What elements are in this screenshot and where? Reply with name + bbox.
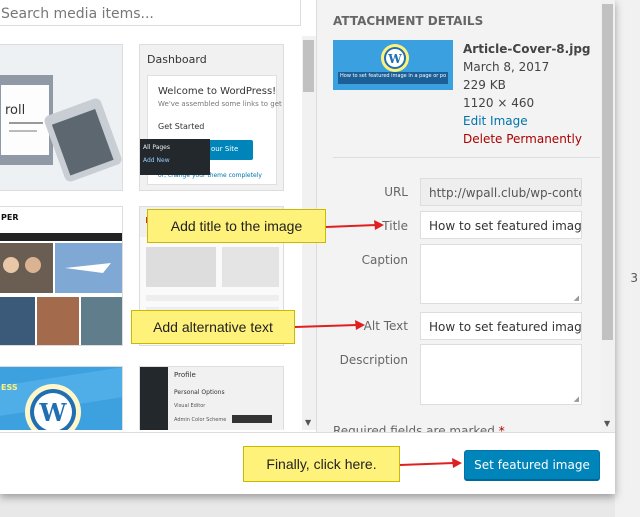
scroll-down-icon[interactable]: ▼ (604, 419, 610, 428)
arrow-icon (326, 220, 384, 230)
wordpress-logo-image: W (0, 367, 122, 430)
admin-menu-popup: All Pages Add New (140, 139, 210, 175)
svg-text:W: W (387, 52, 402, 66)
background-page (615, 0, 640, 517)
alt-text-field[interactable]: How to set featured image (420, 312, 582, 340)
resize-handle-icon[interactable]: ◢ (574, 395, 579, 403)
media-item[interactable]: PER (0, 206, 123, 346)
wordpress-logo-image: W (333, 40, 453, 90)
url-label: URL (384, 185, 408, 199)
thumb-caption: roll (5, 103, 26, 118)
news-collage-image (0, 243, 122, 345)
menu-item-all-pages: All Pages (143, 144, 170, 151)
caption-field[interactable]: ◢ (420, 244, 582, 304)
resize-handle-icon[interactable]: ◢ (574, 294, 579, 302)
admin-sidebar (140, 367, 168, 430)
details-divider (333, 157, 600, 158)
url-field[interactable]: http://wpall.club/wp-conter (420, 178, 582, 206)
set-featured-image-button[interactable]: Set featured image (464, 450, 600, 480)
title-callout: Add title to the image (147, 209, 326, 243)
search-input[interactable]: Search media items... (0, 0, 301, 26)
thumbnail-caption: How to set featured image in a page or p… (340, 73, 446, 79)
menu-item-add-new: Add New (143, 157, 170, 164)
welcome-sub: We've assembled some links to get you (158, 100, 284, 108)
upload-date: March 8, 2017 (463, 60, 550, 74)
attachment-thumbnail[interactable]: W How to set featured image in a page or… (333, 40, 453, 90)
customize-button-label: our Site (211, 145, 239, 153)
profile-title: Profile (174, 371, 196, 379)
visual-editor-label: Visual Editor (174, 403, 206, 409)
get-started-label: Get Started (158, 122, 205, 131)
thumb-dashboard-header: Dashboard (147, 53, 207, 66)
svg-text:W: W (39, 398, 68, 427)
arrow-icon (295, 320, 365, 330)
customize-button: our Site (203, 140, 253, 160)
color-swatch (232, 415, 272, 423)
welcome-title: Welcome to WordPress! (158, 86, 277, 97)
media-item[interactable]: W ESS (0, 366, 123, 430)
caption-label: Caption (361, 253, 408, 267)
media-item[interactable]: Dashboard Welcome to WordPress! We've as… (139, 44, 284, 191)
media-modal: Search media items... roll Dashboard Wel… (0, 0, 615, 494)
arrow-icon (400, 458, 462, 468)
site-nav-bar (0, 233, 122, 241)
tablet-photo-image (0, 45, 122, 190)
admin-color-label: Admin Color Scheme (174, 417, 227, 423)
attachment-details-heading: ATTACHMENT DETAILS (333, 14, 484, 28)
personal-options-label: Personal Options (174, 389, 225, 396)
delete-permanently-link[interactable]: Delete Permanently (463, 130, 582, 148)
background-page-number: 3 (630, 271, 638, 285)
edit-image-link[interactable]: Edit Image (463, 112, 528, 130)
image-dimensions: 1120 × 460 (463, 96, 535, 110)
scroll-down-icon[interactable]: ▼ (305, 418, 311, 427)
grid-scrollbar-thumb[interactable] (303, 40, 314, 92)
thumb-logo-text: ESS (1, 383, 18, 392)
title-field[interactable]: How to set featured image (420, 211, 582, 239)
alt-text-callout: Add alternative text (131, 310, 295, 344)
media-item[interactable]: roll (0, 44, 123, 191)
description-label: Description (339, 353, 408, 367)
site-logo: PER (1, 213, 19, 222)
file-size: 229 KB (463, 78, 506, 92)
details-scrollbar-thumb[interactable] (602, 4, 613, 340)
file-name: Article-Cover-8.jpg (463, 42, 591, 56)
description-field[interactable]: ◢ (420, 344, 582, 405)
media-item[interactable]: Profile Personal Options Visual Editor A… (139, 366, 284, 430)
final-step-callout: Finally, click here. (243, 446, 400, 482)
